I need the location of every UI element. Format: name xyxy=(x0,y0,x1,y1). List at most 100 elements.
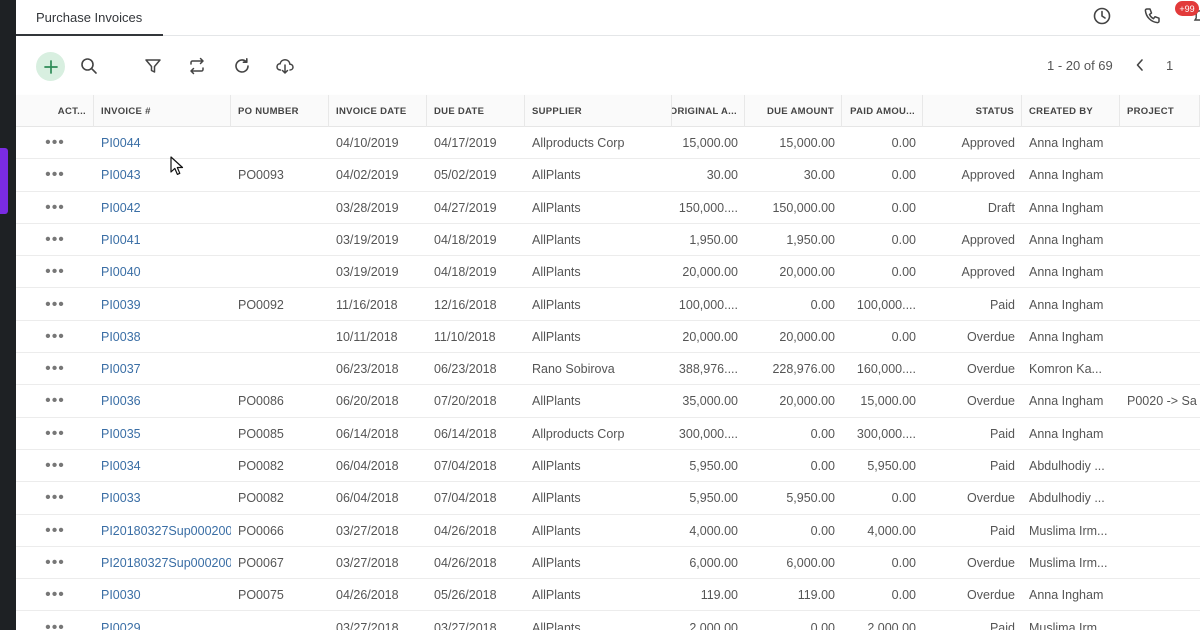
cell-po-number: PO0082 xyxy=(238,491,284,506)
table-row[interactable]: ••• PI0038 10/11/2018 11/10/2018 AllPlants 20… xyxy=(16,320,1200,354)
cell-project: P0020 -> Sa xyxy=(1127,394,1197,409)
table-row[interactable]: ••• PI0043 PO0093 04/02/2019 05/02/2019 AllPl… xyxy=(16,159,1200,192)
cell-supplier: AllPlants xyxy=(532,297,581,312)
invoice-number-link[interactable]: PI0033 xyxy=(94,482,231,514)
cell-po-number: PO0075 xyxy=(238,588,284,603)
row-actions-menu-icon[interactable]: ••• xyxy=(16,127,94,159)
table-row[interactable]: ••• PI20180327Sup000200 PO0067 03/27/2018 04… xyxy=(16,546,1200,580)
invoice-number-link[interactable]: PI0030 xyxy=(94,579,231,611)
row-actions-menu-icon[interactable]: ••• xyxy=(16,547,94,579)
row-actions-menu-icon[interactable]: ••• xyxy=(16,289,94,321)
clock-icon[interactable] xyxy=(1090,4,1114,28)
row-actions-menu-icon[interactable]: ••• xyxy=(16,579,94,611)
row-actions-menu-icon[interactable]: ••• xyxy=(16,612,94,630)
cell-project xyxy=(1120,321,1200,353)
invoice-number-link[interactable]: PI0039 xyxy=(94,289,231,321)
table-row[interactable]: ••• PI0034 PO0082 06/04/2018 07/04/2018 AllPl… xyxy=(16,450,1200,483)
row-actions-menu-icon[interactable]: ••• xyxy=(16,256,94,288)
row-actions-menu-icon[interactable]: ••• xyxy=(16,385,94,417)
row-actions-menu-icon[interactable]: ••• xyxy=(16,515,94,547)
cell-po-number: PO0085 xyxy=(238,426,284,441)
cell-invoice-date: 06/04/2018 xyxy=(336,491,399,506)
cell-created-by: Anna Ingham xyxy=(1029,168,1104,183)
row-actions-menu-icon[interactable]: ••• xyxy=(16,353,94,385)
cell-due-amount: 0.00 xyxy=(810,297,835,312)
invoice-number-link[interactable]: PI0036 xyxy=(94,385,231,417)
column-header-invoice-date[interactable]: INVOICE DATE xyxy=(329,95,427,127)
table-row[interactable]: ••• PI0033 PO0082 06/04/2018 07/04/2018 AllPl… xyxy=(16,482,1200,515)
cell-created-by: Muslima Irm... xyxy=(1029,555,1108,570)
row-actions-menu-icon[interactable]: ••• xyxy=(16,418,94,450)
table-row[interactable]: ••• PI0029 03/27/2018 03/27/2018 AllPlants 2,… xyxy=(16,611,1200,630)
invoice-number-link[interactable]: PI0037 xyxy=(94,353,231,385)
cell-status: Overdue xyxy=(967,588,1015,603)
phone-icon[interactable] xyxy=(1140,4,1164,28)
cell-invoice-date: 03/19/2019 xyxy=(336,232,399,247)
cell-created-by: Anna Ingham xyxy=(1029,200,1104,215)
table-row[interactable]: ••• PI0035 PO0085 06/14/2018 06/14/2018 Allpr… xyxy=(16,417,1200,450)
cell-original-amount: 6,000.00 xyxy=(689,555,738,570)
search-button[interactable] xyxy=(75,52,103,80)
download-button[interactable] xyxy=(271,52,299,80)
table-row[interactable]: ••• PI0041 03/19/2019 04/18/2019 AllPlants 1,… xyxy=(16,223,1200,257)
cell-paid-amount: 0.00 xyxy=(891,555,916,570)
column-header-status[interactable]: STATUS xyxy=(923,95,1022,127)
row-actions-menu-icon[interactable]: ••• xyxy=(16,482,94,514)
notification-badge: +99 xyxy=(1175,1,1199,16)
table-row[interactable]: ••• PI0037 06/23/2018 06/23/2018 Rano Sobiro… xyxy=(16,353,1200,386)
table-row[interactable]: ••• PI0039 PO0092 11/16/2018 12/16/2018 AllPl… xyxy=(16,288,1200,321)
refresh-button[interactable] xyxy=(228,52,256,80)
cell-invoice-date: 06/14/2018 xyxy=(336,426,399,441)
invoice-number-link[interactable]: PI0041 xyxy=(94,224,231,256)
cell-original-amount: 4,000.00 xyxy=(689,523,738,538)
tab-purchase-invoices[interactable]: Purchase Invoices xyxy=(16,0,163,36)
search-icon xyxy=(81,58,97,74)
column-header-due-amount[interactable]: DUE AMOUNT xyxy=(745,95,842,127)
cell-original-amount: 300,000.... xyxy=(678,426,738,441)
column-header-created-by[interactable]: CREATED BY xyxy=(1022,95,1120,127)
cell-po-number: PO0067 xyxy=(238,555,284,570)
table-row[interactable]: ••• PI0044 04/10/2019 04/17/2019 Allproducts… xyxy=(16,127,1200,160)
cell-status: Paid xyxy=(989,426,1015,441)
table-row[interactable]: ••• PI0036 PO0086 06/20/2018 07/20/2018 AllPl… xyxy=(16,385,1200,418)
invoice-number-link[interactable]: PI20180327Sup000200 xyxy=(94,547,231,579)
column-header-actions[interactable]: ACT... xyxy=(16,95,94,127)
previous-page-button[interactable] xyxy=(1129,54,1151,76)
table-row[interactable]: ••• PI0042 03/28/2019 04/27/2019 AllPlants 15… xyxy=(16,191,1200,224)
invoice-number-link[interactable]: PI0035 xyxy=(94,418,231,450)
column-header-project[interactable]: PROJECT xyxy=(1120,95,1200,127)
column-header-original-amount[interactable]: ORIGINAL A... xyxy=(672,95,745,127)
table-row[interactable]: ••• PI20180327Sup000200 PO0066 03/27/2018 04… xyxy=(16,514,1200,547)
cell-project xyxy=(1120,289,1200,321)
invoice-number-link[interactable]: PI0029 xyxy=(94,612,231,630)
invoice-number-link[interactable]: PI0040 xyxy=(94,256,231,288)
invoice-number-link[interactable]: PI20180327Sup000200 xyxy=(94,515,231,547)
column-header-invoice-number[interactable]: INVOICE # xyxy=(94,95,231,127)
column-header-due-date[interactable]: DUE DATE xyxy=(427,95,525,127)
invoice-number-link[interactable]: PI0042 xyxy=(94,192,231,224)
row-actions-menu-icon[interactable]: ••• xyxy=(16,192,94,224)
invoice-number-link[interactable]: PI0044 xyxy=(94,127,231,159)
row-actions-menu-icon[interactable]: ••• xyxy=(16,321,94,353)
column-header-supplier[interactable]: SUPPLIER xyxy=(525,95,672,127)
column-header-paid-amount[interactable]: PAID AMOU... xyxy=(842,95,923,127)
invoice-number-link[interactable]: PI0034 xyxy=(94,450,231,482)
cell-po-number: PO0082 xyxy=(238,459,284,473)
current-page[interactable]: 1 xyxy=(1166,58,1173,73)
cell-original-amount: 1,950.00 xyxy=(689,232,738,247)
cell-project xyxy=(1120,482,1200,514)
swap-button[interactable] xyxy=(183,52,211,80)
cell-status: Paid xyxy=(989,620,1015,630)
add-button[interactable] xyxy=(36,52,65,81)
filter-button[interactable] xyxy=(139,52,167,80)
row-actions-menu-icon[interactable]: ••• xyxy=(16,224,94,256)
row-actions-menu-icon[interactable]: ••• xyxy=(16,450,94,482)
cell-project xyxy=(1120,515,1200,547)
row-actions-menu-icon[interactable]: ••• xyxy=(16,159,94,191)
table-row[interactable]: ••• PI0030 PO0075 04/26/2018 05/26/2018 AllPl… xyxy=(16,579,1200,612)
invoice-number-link[interactable]: PI0038 xyxy=(94,321,231,353)
column-header-po-number[interactable]: PO NUMBER xyxy=(231,95,329,127)
table-row[interactable]: ••• PI0040 03/19/2019 04/18/2019 AllPlants 20… xyxy=(16,256,1200,289)
invoice-number-link[interactable]: PI0043 xyxy=(94,159,231,191)
cell-supplier: AllPlants xyxy=(532,491,581,506)
